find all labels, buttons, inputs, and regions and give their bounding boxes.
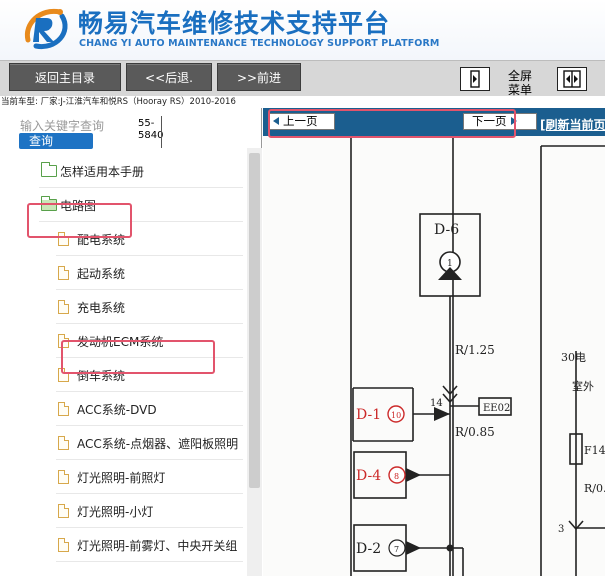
tree-separator: [56, 561, 243, 562]
pin-3-label: 3: [558, 524, 564, 535]
search-button[interactable]: 查询: [19, 133, 93, 149]
connector-d2: D-2: [356, 541, 381, 557]
document-icon: [58, 368, 69, 382]
sidebar: 查询 55- 5840 怎样适用本手册电路图配电系统起动系统充电系统发动机ECM…: [0, 108, 262, 576]
tree-item-label: 发动机ECM系统: [77, 334, 164, 349]
connector-d4: D-4: [356, 468, 381, 484]
folder-open-icon: [41, 196, 57, 211]
brand-subtitle: CHANG YI AUTO MAINTENANCE TECHNOLOGY SUP…: [79, 38, 440, 49]
wiring-diagram: D-6 1 R/1.25 14 EE02 R/0.85 D-1 10 D-4 8…: [263, 136, 605, 576]
tree-item[interactable]: 电路图: [41, 188, 96, 222]
content-pane: 上一页 下一页 [刷新当前页] D-6 1 R/1.25 14 EE02 R/0…: [263, 108, 605, 576]
tree-item[interactable]: 起动系统: [58, 256, 125, 290]
document-icon: [58, 232, 69, 246]
expand-icon[interactable]: [460, 67, 490, 91]
result-count: 55- 5840: [138, 118, 164, 141]
tree-item-label: 起动系统: [77, 266, 126, 281]
next-page-button[interactable]: 下一页: [463, 113, 537, 130]
tree-item-label: 灯光照明-前雾灯、中央开关组: [77, 538, 238, 553]
connector-d2-pin: 7: [394, 545, 399, 554]
next-arrow-icon: [510, 117, 517, 125]
connector-d1: D-1: [356, 407, 381, 423]
wire-label-r125: R/1.25: [455, 343, 495, 357]
tree-item[interactable]: 灯光照明-小灯: [58, 494, 153, 528]
tree-item[interactable]: 灯光照明-前照灯: [58, 460, 165, 494]
connector-d4-pin: 8: [394, 472, 399, 481]
wire-label-r0: R/0.: [584, 482, 605, 495]
home-button[interactable]: 返回主目录: [9, 63, 121, 91]
document-icon: [58, 436, 69, 450]
tree-item-label: 灯光照明-前照灯: [77, 470, 166, 485]
document-icon: [58, 470, 69, 484]
tree-item[interactable]: 充电系统: [58, 290, 125, 324]
tree-item[interactable]: 配电系统: [58, 222, 125, 256]
app-window: 畅易汽车维修技术支持平台 CHANG YI AUTO MAINTENANCE T…: [0, 0, 605, 576]
search-divider: [161, 116, 162, 148]
header: 畅易汽车维修技术支持平台 CHANG YI AUTO MAINTENANCE T…: [0, 0, 605, 60]
fuse-f14: F14: [584, 444, 605, 457]
fullscreen-menu-label[interactable]: 全屏 菜单: [500, 69, 540, 97]
tree-item-label: 充电系统: [77, 300, 126, 315]
back-button[interactable]: <<后退.: [126, 63, 212, 91]
document-icon: [58, 266, 69, 280]
wire-label-r085: R/0.85: [455, 425, 495, 439]
prev-page-button[interactable]: 上一页: [269, 113, 335, 130]
connector-d6-pin: 1: [447, 259, 453, 269]
prev-arrow-icon: [273, 117, 279, 125]
tree-item-label: 灯光照明-小灯: [77, 504, 154, 519]
tree-item-label: 怎样适用本手册: [60, 164, 145, 179]
tree-item-label: 配电系统: [77, 232, 126, 247]
sidebar-scroll-thumb[interactable]: [249, 153, 260, 488]
tree-item-label: 电路图: [60, 198, 97, 213]
tree-item[interactable]: 发动机ECM系统: [58, 324, 163, 358]
label-outdoor: 室外: [572, 379, 594, 393]
document-icon: [58, 504, 69, 518]
tree-item[interactable]: 倒车系统: [58, 358, 125, 392]
refresh-page-link[interactable]: [刷新当前页]: [540, 116, 605, 133]
document-icon: [58, 300, 69, 314]
brand-title: 畅易汽车维修技术支持平台: [78, 9, 391, 38]
pin-14-label: 14: [430, 398, 443, 409]
tree-item[interactable]: ACC系统-点烟器、遮阳板照明: [58, 426, 238, 460]
connector-ee02: EE02: [483, 403, 510, 414]
search-area: 查询 55- 5840: [0, 108, 262, 149]
toolbar: 返回主目录 <<后退. >>前进 全屏 菜单: [0, 60, 605, 97]
folder-icon: [41, 162, 57, 177]
forward-button[interactable]: >>前进: [217, 63, 301, 91]
current-car-model: 当前车型: 厂家:J-江淮汽车和悦RS（Hooray RS）2010-2016: [1, 97, 236, 107]
tree-item-label: ACC系统-DVD: [77, 402, 157, 417]
document-icon: [58, 402, 69, 416]
tree-item-label: 倒车系统: [77, 368, 126, 383]
connector-d6: D-6: [434, 222, 459, 238]
logo-icon: [24, 8, 68, 50]
connector-d1-pin: 10: [391, 411, 401, 420]
tree-item[interactable]: 灯光照明-前雾灯、中央开关组: [58, 528, 237, 562]
tree-item[interactable]: 怎样适用本手册: [41, 154, 144, 188]
document-icon: [58, 334, 69, 348]
document-icon: [58, 538, 69, 552]
split-view-icon[interactable]: [557, 67, 587, 91]
content-nav-bar: 上一页 下一页 [刷新当前页]: [263, 108, 605, 136]
label-30-power: 30电: [561, 351, 586, 364]
tree-item-label: ACC系统-点烟器、遮阳板照明: [77, 436, 239, 451]
tree-item[interactable]: ACC系统-DVD: [58, 392, 157, 426]
